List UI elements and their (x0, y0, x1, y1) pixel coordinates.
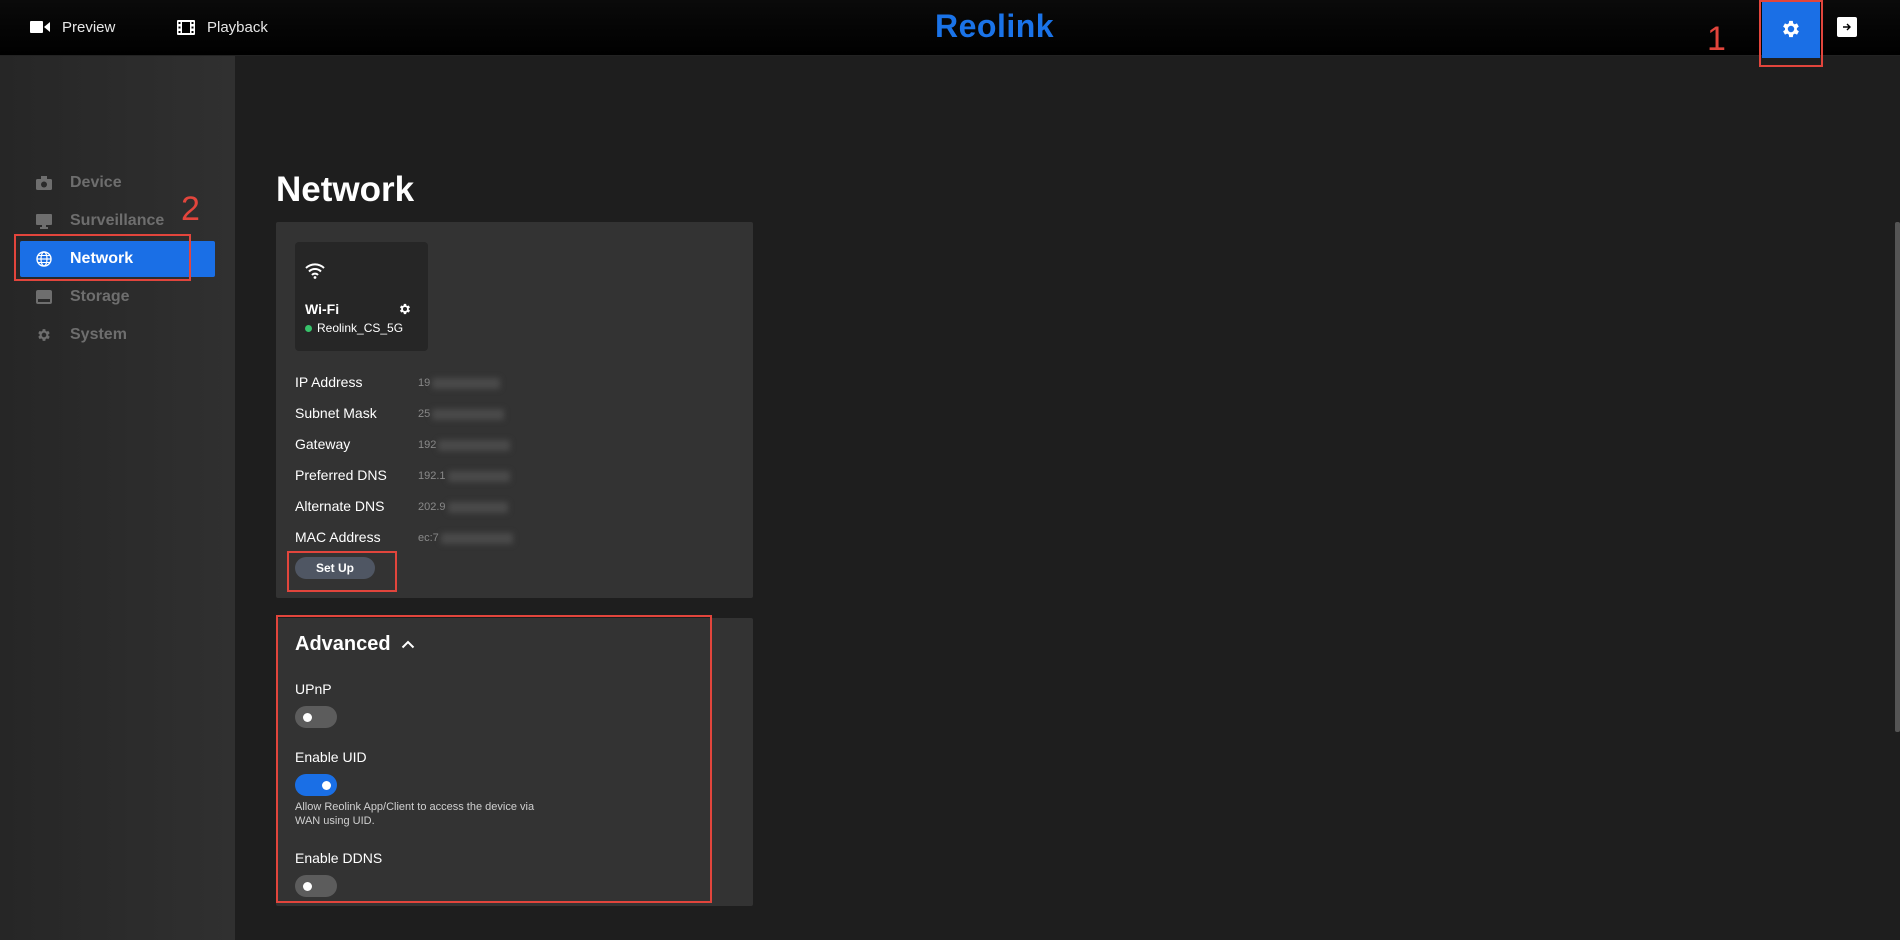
sidebar-item-label: Storage (70, 288, 130, 305)
redacted-blur (432, 377, 501, 389)
info-value-mac: ec:7 (418, 532, 513, 544)
sidebar-item-storage[interactable]: Storage (20, 279, 215, 315)
info-label-mac: MAC Address (295, 529, 381, 545)
redacted-blur (438, 439, 511, 451)
annotation-box-advanced (276, 615, 712, 903)
info-value-preferred-dns: 192.1 (418, 470, 510, 482)
annotation-box-settings (1759, 0, 1823, 67)
annotation-number-1: 1 (1707, 20, 1726, 58)
info-value-text: 19 (418, 377, 431, 389)
info-value-text: 25 (418, 408, 431, 420)
wifi-ssid-text: Reolink_CS_5G (317, 321, 404, 335)
playback-tab[interactable]: Playback (177, 0, 268, 54)
info-value-text: 202.9 (418, 501, 446, 513)
sidebar-item-label: System (70, 326, 127, 343)
scrollbar[interactable] (1895, 222, 1900, 732)
wifi-name: Wi-Fi (305, 301, 340, 317)
info-label-alternate-dns: Alternate DNS (295, 498, 385, 514)
info-label-ip: IP Address (295, 374, 363, 390)
monitor-icon (36, 213, 52, 229)
wifi-settings-icon[interactable] (398, 302, 412, 316)
film-icon (177, 19, 195, 35)
connected-status-dot (305, 324, 312, 332)
info-value-subnet: 25 (418, 408, 505, 420)
logout-button[interactable] (1837, 17, 1857, 37)
sidebar-item-label: Device (70, 174, 122, 191)
info-value-gateway: 192 (418, 439, 511, 451)
wifi-icon (305, 263, 325, 279)
info-label-preferred-dns: Preferred DNS (295, 467, 387, 483)
logout-icon (1843, 23, 1851, 31)
info-value-alternate-dns: 202.9 (418, 501, 508, 513)
top-bar: Preview Playback Reolink (0, 0, 1900, 58)
sidebar-item-system[interactable]: System (20, 317, 215, 353)
preview-tab[interactable]: Preview (30, 0, 115, 54)
redacted-blur (440, 532, 513, 544)
annotation-box-network (14, 234, 191, 281)
gear-icon (38, 329, 50, 341)
playback-label: Playback (207, 18, 268, 36)
preview-label: Preview (62, 18, 116, 36)
redacted-blur (432, 408, 505, 420)
info-value-ip: 19 (418, 377, 501, 389)
info-value-text: 192.1 (418, 470, 446, 482)
redacted-blur (447, 470, 510, 482)
annotation-box-setup (287, 551, 397, 592)
video-camera-icon (30, 21, 50, 33)
annotation-number-2: 2 (181, 190, 200, 228)
sidebar-item-label: Surveillance (70, 212, 165, 229)
camera-icon (36, 176, 52, 190)
info-label-gateway: Gateway (295, 436, 351, 452)
page-title: Network (276, 170, 415, 209)
wifi-ssid: Reolink_CS_5G (305, 321, 403, 335)
info-value-text: 192 (418, 439, 437, 451)
reolink-logo: Reolink (935, 8, 1055, 44)
info-value-text: ec:7 (418, 532, 439, 544)
info-label-subnet: Subnet Mask (295, 405, 377, 421)
storage-icon (36, 290, 52, 304)
wifi-tile[interactable]: Wi-Fi Reolink_CS_5G (295, 242, 428, 351)
redacted-blur (447, 501, 508, 513)
